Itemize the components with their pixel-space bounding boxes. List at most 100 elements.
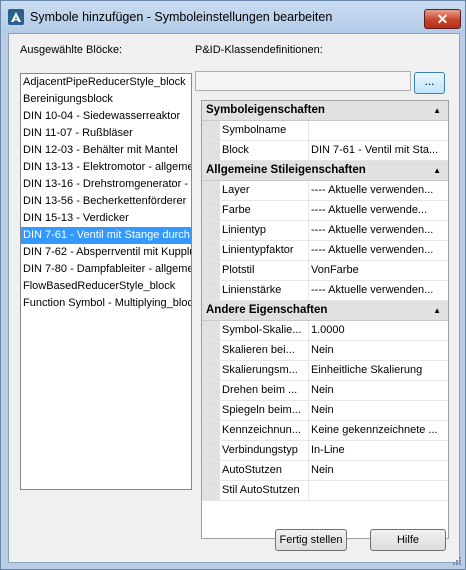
property-name: Plotstil	[220, 261, 309, 280]
property-name: AutoStutzen	[220, 461, 309, 480]
finish-button[interactable]: Fertig stellen	[275, 529, 347, 551]
property-row[interactable]: Skalierungsm... Einheitliche Skalierung	[202, 361, 448, 381]
property-row[interactable]: Kennzeichnun... Keine gekennzeichnete ...	[202, 421, 448, 441]
property-row[interactable]: Linientypfaktor ---- Aktuelle verwenden..…	[202, 241, 448, 261]
block-list-item[interactable]: DIN 13-13 - Elektromotor - allgemei	[21, 159, 191, 176]
property-value[interactable]: Keine gekennzeichnete ...	[309, 421, 448, 440]
property-gutter	[202, 321, 220, 340]
property-row[interactable]: Symbolname	[202, 121, 448, 141]
collapse-arrow-icon[interactable]: ▲	[433, 301, 441, 320]
property-row[interactable]: Linientyp ---- Aktuelle verwenden...	[202, 221, 448, 241]
block-list-item[interactable]: Bereinigungsblock	[21, 91, 191, 108]
property-gutter	[202, 481, 220, 500]
property-gutter	[202, 341, 220, 360]
block-list-item[interactable]: DIN 7-80 - Dampfableiter - allgemei	[21, 261, 191, 278]
property-value[interactable]: Nein	[309, 341, 448, 360]
block-list-item[interactable]: DIN 7-61 - Ventil mit Stange durch	[21, 227, 191, 244]
property-name: Linienstärke	[220, 281, 309, 300]
property-name: Linientyp	[220, 221, 309, 240]
dialog-client-area: Ausgewählte Blöcke: P&ID-Klassendefiniti…	[8, 33, 460, 563]
property-name: Block	[220, 141, 309, 160]
selected-blocks-label: Ausgewählte Blöcke:	[20, 44, 123, 56]
property-value[interactable]: ---- Aktuelle verwenden...	[309, 181, 448, 200]
property-row[interactable]: AutoStutzen Nein	[202, 461, 448, 481]
block-list-item[interactable]: DIN 15-13 - Verdicker	[21, 210, 191, 227]
property-row[interactable]: Verbindungstyp In-Line	[202, 441, 448, 461]
browse-class-button[interactable]: ...	[414, 72, 445, 94]
class-definition-field[interactable]	[195, 71, 411, 91]
property-gutter	[202, 401, 220, 420]
property-name: Layer	[220, 181, 309, 200]
property-category-label: Symboleigenschaften	[206, 104, 325, 116]
property-gutter	[202, 381, 220, 400]
collapse-arrow-icon[interactable]: ▲	[433, 161, 441, 180]
property-row[interactable]: Spiegeln beim... Nein	[202, 401, 448, 421]
property-grid: Symboleigenschaften ▲ Symbolname Block DIN 7…	[201, 100, 449, 539]
property-value[interactable]: DIN 7-61 - Ventil mit Sta...	[309, 141, 448, 160]
property-value[interactable]: ---- Aktuelle verwende...	[309, 201, 448, 220]
block-list-item[interactable]: DIN 10-04 - Siedewasserreaktor	[21, 108, 191, 125]
block-list-item[interactable]: DIN 13-56 - Becherkettenförderer	[21, 193, 191, 210]
property-name: Symbol-Skalie...	[220, 321, 309, 340]
property-value[interactable]: In-Line	[309, 441, 448, 460]
close-icon: ✕	[436, 11, 449, 27]
property-category[interactable]: Allgemeine Stileigenschaften ▲	[202, 161, 448, 181]
close-button[interactable]: ✕	[424, 9, 461, 29]
property-row[interactable]: Stil AutoStutzen	[202, 481, 448, 501]
title-bar[interactable]: Symbole hinzufügen - Symboleinstellungen…	[1, 1, 465, 33]
block-list-item[interactable]: Function Symbol - Multiplying_block	[21, 295, 191, 312]
property-value[interactable]	[309, 121, 448, 140]
property-value[interactable]	[309, 481, 448, 500]
property-gutter	[202, 241, 220, 260]
property-row[interactable]: Layer ---- Aktuelle verwenden...	[202, 181, 448, 201]
property-name: Symbolname	[220, 121, 309, 140]
property-row[interactable]: Block DIN 7-61 - Ventil mit Sta...	[202, 141, 448, 161]
property-row[interactable]: Farbe ---- Aktuelle verwende...	[202, 201, 448, 221]
property-name: Skalierungsm...	[220, 361, 309, 380]
property-value[interactable]: Einheitliche Skalierung	[309, 361, 448, 380]
property-gutter	[202, 221, 220, 240]
property-name: Drehen beim ...	[220, 381, 309, 400]
block-list-item[interactable]: DIN 12-03 - Behälter mit Mantel	[21, 142, 191, 159]
property-row[interactable]: Linienstärke ---- Aktuelle verwenden...	[202, 281, 448, 301]
property-gutter	[202, 261, 220, 280]
property-row[interactable]: Drehen beim ... Nein	[202, 381, 448, 401]
class-definitions-label: P&ID-Klassendefinitionen:	[195, 44, 323, 56]
help-button[interactable]: Hilfe	[370, 529, 446, 551]
property-name: Spiegeln beim...	[220, 401, 309, 420]
block-list-item[interactable]: DIN 13-16 - Drehstromgenerator -	[21, 176, 191, 193]
property-row[interactable]: Skalieren bei... Nein	[202, 341, 448, 361]
property-value[interactable]: ---- Aktuelle verwenden...	[309, 221, 448, 240]
resize-grip-icon[interactable]	[452, 556, 462, 566]
property-value[interactable]: Nein	[309, 381, 448, 400]
window-title: Symbole hinzufügen - Symboleinstellungen…	[30, 10, 333, 24]
property-category-label: Andere Eigenschaften	[206, 304, 328, 316]
property-value[interactable]: ---- Aktuelle verwenden...	[309, 241, 448, 260]
property-value[interactable]: Nein	[309, 461, 448, 480]
property-gutter	[202, 281, 220, 300]
property-gutter	[202, 141, 220, 160]
dialog-window: Symbole hinzufügen - Symboleinstellungen…	[0, 0, 466, 570]
property-gutter	[202, 441, 220, 460]
block-list-item[interactable]: DIN 11-07 - Rußbläser	[21, 125, 191, 142]
selected-blocks-list[interactable]: AdjacentPipeReducerStyle_block Bereinigun…	[20, 73, 192, 490]
property-name: Verbindungstyp	[220, 441, 309, 460]
property-gutter	[202, 361, 220, 380]
property-row[interactable]: Plotstil VonFarbe	[202, 261, 448, 281]
property-value[interactable]: ---- Aktuelle verwenden...	[309, 281, 448, 300]
app-icon	[8, 9, 24, 25]
property-category[interactable]: Andere Eigenschaften ▲	[202, 301, 448, 321]
property-gutter	[202, 461, 220, 480]
property-value[interactable]: Nein	[309, 401, 448, 420]
property-gutter	[202, 181, 220, 200]
property-value[interactable]: 1.0000	[309, 321, 448, 340]
block-list-item[interactable]: DIN 7-62 - Absperrventil mit Kupplu	[21, 244, 191, 261]
property-gutter	[202, 201, 220, 220]
block-list-item[interactable]: AdjacentPipeReducerStyle_block	[21, 74, 191, 91]
collapse-arrow-icon[interactable]: ▲	[433, 101, 441, 120]
block-list-item[interactable]: FlowBasedReducerStyle_block	[21, 278, 191, 295]
property-row[interactable]: Symbol-Skalie... 1.0000	[202, 321, 448, 341]
property-value[interactable]: VonFarbe	[309, 261, 448, 280]
property-category[interactable]: Symboleigenschaften ▲	[202, 101, 448, 121]
property-category-label: Allgemeine Stileigenschaften	[206, 164, 366, 176]
